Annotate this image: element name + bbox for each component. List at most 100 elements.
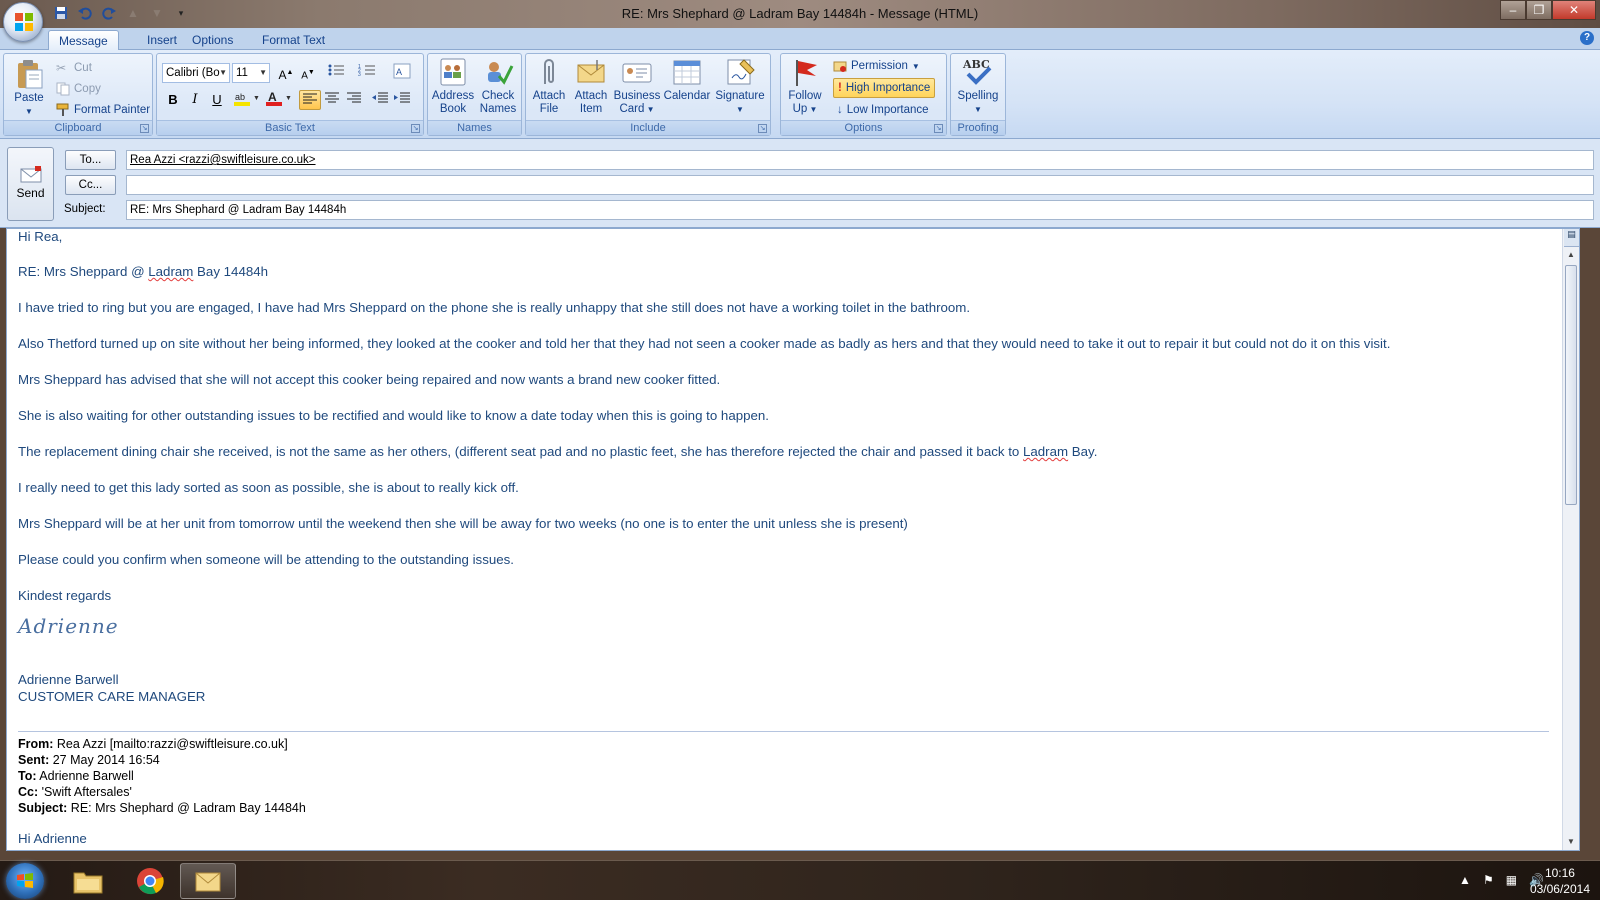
scissors-icon: ✂ (56, 61, 67, 75)
align-left-button[interactable] (299, 90, 321, 110)
attach-item-button[interactable]: Attach Item (570, 56, 612, 116)
styles-button[interactable]: A (391, 63, 413, 83)
underline-button[interactable]: U (206, 90, 228, 110)
numbering-button[interactable]: 123 (356, 63, 378, 83)
scroll-thumb[interactable] (1565, 265, 1577, 505)
shrink-font-button[interactable]: A▼ (297, 63, 319, 83)
options-launcher-icon[interactable]: ↘ (934, 124, 943, 133)
quoted-cc-value: 'Swift Aftersales' (38, 785, 132, 799)
attach-file-button[interactable]: Attach File (528, 56, 570, 116)
re-line-part-1: RE: Mrs Sheppard @ (18, 264, 149, 279)
show-hidden-icons-icon[interactable]: ▲ (1459, 873, 1471, 887)
outlook-icon[interactable] (180, 863, 236, 899)
follow-up-button[interactable]: Follow Up ▼ (783, 56, 827, 116)
calendar-button[interactable]: Calendar (662, 56, 712, 103)
tab-message[interactable]: Message (48, 30, 119, 51)
file-explorer-icon[interactable] (60, 863, 116, 899)
format-painter-icon (56, 103, 70, 117)
check-names-icon (488, 62, 514, 85)
align-center-button[interactable] (321, 90, 343, 110)
svg-text:ab: ab (235, 92, 245, 102)
subject-field[interactable]: RE: Mrs Shephard @ Ladram Bay 14484h (126, 200, 1594, 220)
quoted-cc-label: Cc: (18, 785, 39, 799)
font-color-button[interactable]: A ▼ (264, 90, 294, 110)
paragraph-8: Please could you confirm when someone wi… (18, 552, 514, 567)
office-button[interactable] (3, 2, 43, 42)
chrome-icon[interactable] (122, 863, 178, 899)
bullets-button[interactable] (325, 63, 347, 83)
font-size-combo[interactable]: 11 ▼ (232, 63, 270, 83)
paste-label: Paste (14, 92, 44, 104)
envelope-icon (577, 60, 605, 83)
decrease-indent-button[interactable] (369, 90, 391, 110)
view-ruler-icon[interactable]: ▤ (1564, 229, 1579, 247)
grow-font-button[interactable]: A▲ (275, 63, 297, 83)
to-button[interactable]: To... (65, 150, 116, 170)
tab-format-text[interactable]: Format Text (252, 30, 335, 50)
paperclip-icon (544, 59, 554, 84)
window-title: RE: Mrs Shephard @ Ladram Bay 14484h - M… (621, 6, 979, 21)
cut-button[interactable]: ✂ Cut (56, 58, 92, 78)
cc-button[interactable]: Cc... (65, 175, 116, 195)
action-center-flag-icon[interactable]: ⚑ (1483, 873, 1494, 887)
follow-up-label-2: Up (792, 103, 808, 115)
quoted-from: From: Rea Azzi [mailto:razzi@swiftleisur… (18, 737, 288, 751)
re-line-part-3: Bay 14484h (193, 264, 269, 279)
vertical-scrollbar[interactable]: ▤ ▲ ▼ (1562, 229, 1579, 850)
message-body[interactable]: Hi Rea, RE: Mrs Sheppard @ Ladram Bay 14… (6, 228, 1580, 851)
check-names-label-1: Check (481, 90, 515, 102)
signature-button[interactable]: Signature ▼ (713, 56, 767, 116)
network-icon[interactable]: ▦ (1506, 873, 1517, 887)
minimize-button[interactable]: – (1500, 0, 1526, 20)
spelling-button[interactable]: ABC Spelling ▼ (953, 56, 1003, 116)
to-field[interactable]: Rea Azzi <razzi@swiftleisure.co.uk> (126, 150, 1594, 170)
paste-icon (18, 60, 43, 89)
increase-indent-button[interactable] (391, 90, 413, 110)
basic-text-launcher-icon[interactable]: ↘ (411, 124, 420, 133)
send-button[interactable]: Send (7, 147, 54, 221)
clipboard-launcher-icon[interactable]: ↘ (140, 124, 149, 133)
options-group-label: Options (781, 120, 946, 135)
include-launcher-icon[interactable]: ↘ (758, 124, 767, 133)
high-importance-label: High Importance (845, 82, 931, 94)
cc-field[interactable] (126, 175, 1594, 195)
help-icon[interactable]: ? (1580, 31, 1594, 45)
font-name-combo[interactable]: Calibri (Bo ▼ (162, 63, 230, 83)
check-names-button[interactable]: Check Names (476, 56, 520, 116)
low-importance-button[interactable]: ↓ Low Importance (837, 100, 929, 120)
business-card-button[interactable]: Business Card ▼ (613, 56, 661, 116)
copy-button[interactable]: Copy (56, 79, 101, 99)
paragraph-7: Mrs Sheppard will be at her unit from to… (18, 516, 908, 531)
quoted-to-value: Adrienne Barwell (36, 769, 134, 783)
scroll-down-icon[interactable]: ▼ (1563, 834, 1579, 850)
quoted-subject-label: Subject: (18, 801, 68, 815)
font-size-value: 11 (236, 67, 248, 79)
tab-insert[interactable]: Insert (137, 30, 187, 50)
maximize-button[interactable]: ❐ (1526, 0, 1552, 20)
quoted-subject: Subject: RE: Mrs Shephard @ Ladram Bay 1… (18, 801, 306, 815)
address-book-label-1: Address (431, 90, 475, 102)
permission-button[interactable]: Permission ▼ (833, 56, 920, 76)
align-right-button[interactable] (343, 90, 365, 110)
quoted-from-value: Rea Azzi [mailto:razzi@swiftleisure.co.u… (53, 737, 288, 751)
paste-button[interactable]: Paste ▼ (8, 58, 50, 118)
high-importance-button[interactable]: ! High Importance (833, 78, 936, 98)
format-painter-button[interactable]: Format Painter (56, 100, 150, 120)
start-button[interactable] (6, 863, 44, 899)
address-book-button[interactable]: Address Book (431, 56, 475, 116)
increase-indent-icon (394, 92, 410, 103)
subject-label: Subject: (64, 203, 106, 215)
clock[interactable]: 10:16 03/06/2014 (1530, 865, 1590, 897)
tab-options[interactable]: Options (182, 30, 243, 50)
closing: Kindest regards (18, 588, 112, 603)
office-logo-icon (15, 13, 33, 31)
highlight-button[interactable]: ab ▼ (232, 90, 262, 110)
copy-label: Copy (74, 83, 101, 95)
bold-button[interactable]: B (162, 90, 184, 110)
follow-up-label-1: Follow (788, 90, 822, 102)
scroll-up-icon[interactable]: ▲ (1563, 247, 1579, 263)
address-book-icon (440, 58, 466, 86)
italic-button[interactable]: I (184, 90, 206, 110)
exclamation-icon: ! (838, 82, 842, 94)
close-button[interactable]: ✕ (1552, 0, 1596, 20)
